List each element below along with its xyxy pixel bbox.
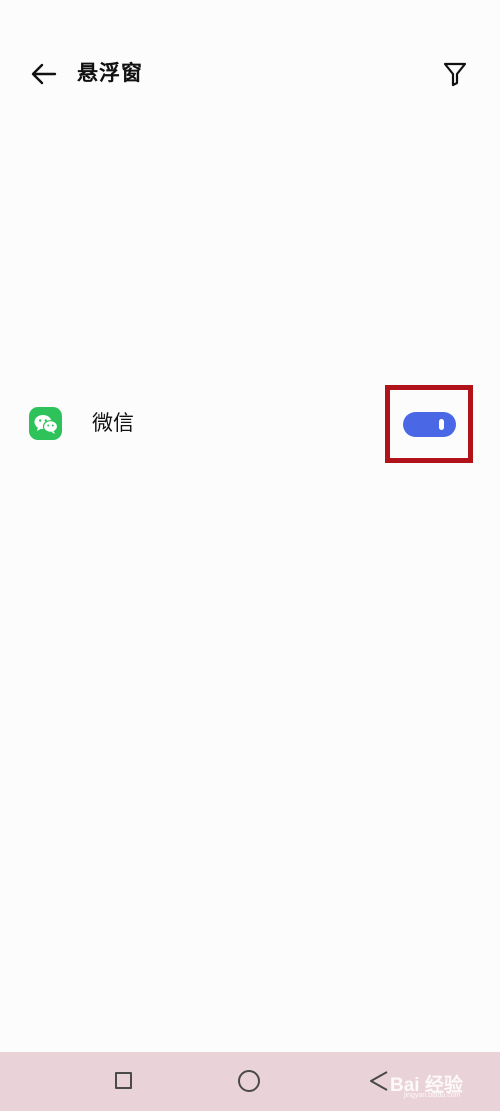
floating-window-toggle[interactable] bbox=[403, 412, 456, 437]
baidu-jingyan-watermark: Bai 经验 jingyan.baidu.com bbox=[390, 1062, 498, 1102]
home-icon[interactable] bbox=[238, 1070, 260, 1092]
back-triangle-icon[interactable] bbox=[368, 1069, 390, 1093]
list-item-wechat[interactable]: 微信 bbox=[0, 385, 500, 463]
arrow-left-icon bbox=[31, 63, 57, 85]
back-button[interactable] bbox=[26, 56, 62, 92]
toggle-knob bbox=[439, 419, 444, 430]
app-header: 悬浮窗 bbox=[0, 0, 500, 150]
watermark-subtext: jingyan.baidu.com bbox=[404, 1092, 461, 1099]
filter-button[interactable] bbox=[437, 56, 473, 92]
page-title: 悬浮窗 bbox=[77, 61, 143, 85]
recent-apps-icon[interactable] bbox=[115, 1072, 132, 1089]
app-name-label: 微信 bbox=[92, 411, 134, 435]
wechat-icon bbox=[29, 407, 62, 440]
filter-icon bbox=[443, 62, 467, 87]
